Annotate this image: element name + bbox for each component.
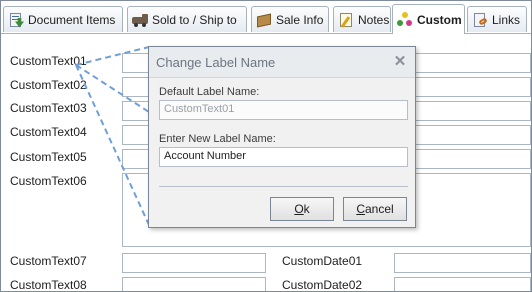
default-label-field: CustomText01 bbox=[159, 100, 408, 120]
custom-date-02-input[interactable] bbox=[394, 277, 531, 291]
box-icon bbox=[256, 12, 272, 28]
custom-date-01-input[interactable] bbox=[394, 253, 531, 273]
cancel-button[interactable]: Cancel bbox=[343, 197, 407, 221]
close-icon[interactable]: ✕ bbox=[391, 52, 409, 70]
dialog-title: Change Label Name bbox=[156, 55, 276, 70]
tab-document-items[interactable]: Document Items bbox=[3, 6, 123, 32]
new-label-input[interactable]: Account Number bbox=[159, 147, 408, 167]
ok-hotkey: O bbox=[294, 202, 304, 216]
new-label-caption: Enter New Label Name: bbox=[159, 133, 276, 145]
tab-label: Sold to / Ship to bbox=[152, 12, 237, 27]
tab-custom[interactable]: Custom bbox=[392, 4, 465, 34]
custom-date-02-label[interactable]: CustomDate02 bbox=[282, 278, 362, 291]
tab-label: Document Items bbox=[28, 12, 116, 27]
tab-notes[interactable]: Notes bbox=[333, 6, 391, 32]
cancel-hotkey: C bbox=[356, 202, 365, 216]
tab-sale-info[interactable]: Sale Info bbox=[251, 6, 329, 32]
dialog-separator bbox=[159, 186, 408, 187]
custom-date-01-label[interactable]: CustomDate01 bbox=[282, 254, 362, 268]
change-label-name-dialog: Change Label Name ✕ Default Label Name: … bbox=[148, 46, 416, 228]
truck-icon bbox=[132, 12, 148, 28]
link-document-icon bbox=[472, 12, 488, 28]
custom-text-08-input[interactable] bbox=[122, 277, 266, 291]
tab-label: Custom bbox=[417, 12, 462, 27]
cancel-label-rest: ancel bbox=[364, 202, 394, 216]
custom-text-06-label[interactable]: CustomText06 bbox=[10, 174, 87, 188]
custom-fields-panel: Document Items Sold to / Ship to Sale In… bbox=[0, 0, 532, 292]
custom-text-03-label[interactable]: CustomText03 bbox=[10, 101, 87, 115]
dialog-title-bar[interactable]: Change Label Name ✕ bbox=[149, 47, 415, 78]
custom-text-07-label[interactable]: CustomText07 bbox=[10, 254, 87, 268]
document-items-icon bbox=[8, 12, 24, 28]
custom-text-04-label[interactable]: CustomText04 bbox=[10, 125, 87, 139]
custom-text-02-label[interactable]: CustomText02 bbox=[10, 78, 87, 92]
tab-strip: Document Items Sold to / Ship to Sale In… bbox=[1, 1, 531, 34]
tab-links[interactable]: Links bbox=[467, 6, 527, 32]
tab-label: Links bbox=[492, 12, 521, 27]
ok-button[interactable]: Ok bbox=[270, 197, 334, 221]
tab-label: Notes bbox=[358, 12, 390, 27]
custom-text-01-label[interactable]: CustomText01 bbox=[10, 54, 87, 68]
default-label-caption: Default Label Name: bbox=[159, 86, 260, 98]
custom-text-05-label[interactable]: CustomText05 bbox=[10, 150, 87, 164]
custom-text-08-label[interactable]: CustomText08 bbox=[10, 278, 87, 291]
tab-label: Sale Info bbox=[276, 12, 324, 27]
palette-icon bbox=[397, 11, 413, 28]
ok-label-rest: k bbox=[303, 202, 310, 216]
notepad-icon bbox=[338, 12, 354, 28]
tab-sold-to-ship-to[interactable]: Sold to / Ship to bbox=[127, 6, 247, 32]
custom-text-07-input[interactable] bbox=[122, 253, 266, 273]
